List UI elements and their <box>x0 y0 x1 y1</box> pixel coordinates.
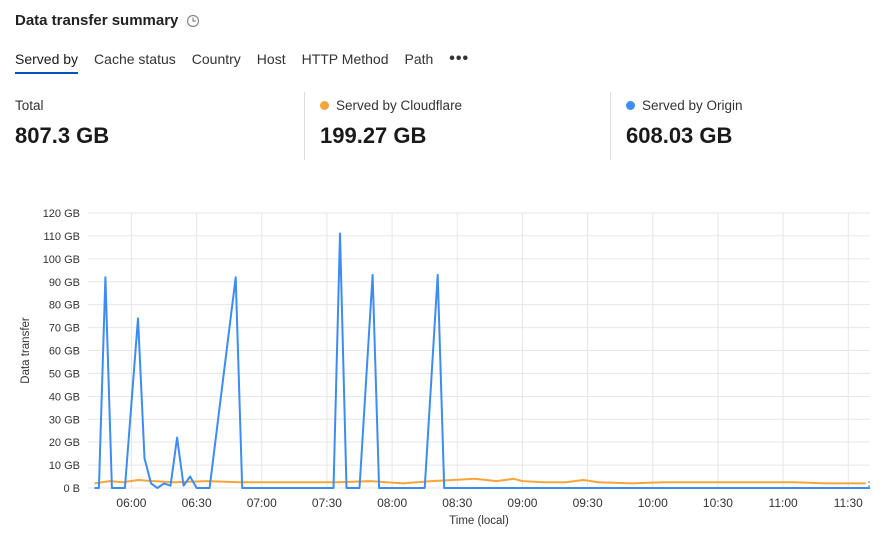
y-tick-label: 120 GB <box>43 208 80 220</box>
tab-http-method[interactable]: HTTP Method <box>302 51 389 72</box>
x-tick-label: 09:00 <box>507 496 537 510</box>
y-axis-title: Data transfer <box>20 317 32 384</box>
stat-cloudflare-label-row: Served by Cloudflare <box>320 98 462 113</box>
stat-cloudflare[interactable]: Served by Cloudflare 199.27 GB <box>320 98 462 149</box>
data-transfer-chart[interactable]: 0 B 10 GB 20 GB 30 GB 40 GB 50 GB 60 GB 70 GB 80… <box>0 195 882 536</box>
y-tick-label: 30 GB <box>49 414 80 426</box>
stat-cloudflare-label: Served by Cloudflare <box>336 98 463 113</box>
stat-divider <box>610 92 611 160</box>
tab-cache-status[interactable]: Cache status <box>94 51 176 72</box>
tab-bar: Served by Cache status Country Host HTTP… <box>15 50 469 74</box>
stat-total: Total 807.3 GB <box>15 98 109 149</box>
stat-origin[interactable]: Served by Origin 608.03 GB <box>626 98 743 149</box>
x-tick-label: 06:00 <box>116 496 146 510</box>
x-tick-label: 06:30 <box>182 496 212 510</box>
y-tick-label: 100 GB <box>43 254 80 266</box>
x-tick-label: 07:00 <box>247 496 277 510</box>
y-tick-label: 10 GB <box>49 460 80 472</box>
tab-path[interactable]: Path <box>404 51 433 72</box>
x-tick-label: 07:30 <box>312 496 342 510</box>
y-tick-label: 110 GB <box>44 231 81 243</box>
y-tick-label: 20 GB <box>49 437 80 449</box>
y-tick-label: 90 GB <box>49 277 80 289</box>
y-tick-label: 40 GB <box>49 391 80 403</box>
stat-total-label: Total <box>15 98 44 113</box>
y-tick-label: 70 GB <box>49 323 80 335</box>
stat-origin-value: 608.03 GB <box>626 123 733 148</box>
cloudflare-legend-dot <box>320 101 329 110</box>
stat-origin-label-row: Served by Origin <box>626 98 743 113</box>
tab-country[interactable]: Country <box>192 51 241 72</box>
x-axis-title: Time (local) <box>449 515 509 527</box>
x-tick-label: 09:30 <box>573 496 603 510</box>
x-tick-label: 10:30 <box>703 496 733 510</box>
x-tick-label: 11:30 <box>834 496 863 510</box>
y-tick-label: 0 B <box>63 483 80 495</box>
origin-series-line <box>94 232 870 489</box>
x-tick-label: 08:00 <box>377 496 407 510</box>
clock-icon[interactable] <box>186 14 200 28</box>
stat-origin-label: Served by Origin <box>642 98 743 113</box>
y-tick-label: 60 GB <box>49 346 80 358</box>
y-tick-label: 80 GB <box>49 300 80 312</box>
stat-total-value: 807.3 GB <box>15 123 110 148</box>
page-title: Data transfer summary <box>15 12 179 29</box>
x-tick-label: 11:00 <box>769 496 798 510</box>
stat-divider <box>304 92 305 160</box>
x-tick-label: 08:30 <box>442 496 472 510</box>
title-row: Data transfer summary <box>15 12 200 29</box>
tab-served-by[interactable]: Served by <box>15 51 79 74</box>
stat-cloudflare-value: 199.27 GB <box>320 123 427 148</box>
more-tabs-button[interactable]: ••• <box>449 50 469 68</box>
x-tick-label: 10:00 <box>638 496 668 510</box>
y-tick-label: 50 GB <box>49 368 80 380</box>
origin-legend-dot <box>626 101 635 110</box>
tab-host[interactable]: Host <box>257 51 286 72</box>
